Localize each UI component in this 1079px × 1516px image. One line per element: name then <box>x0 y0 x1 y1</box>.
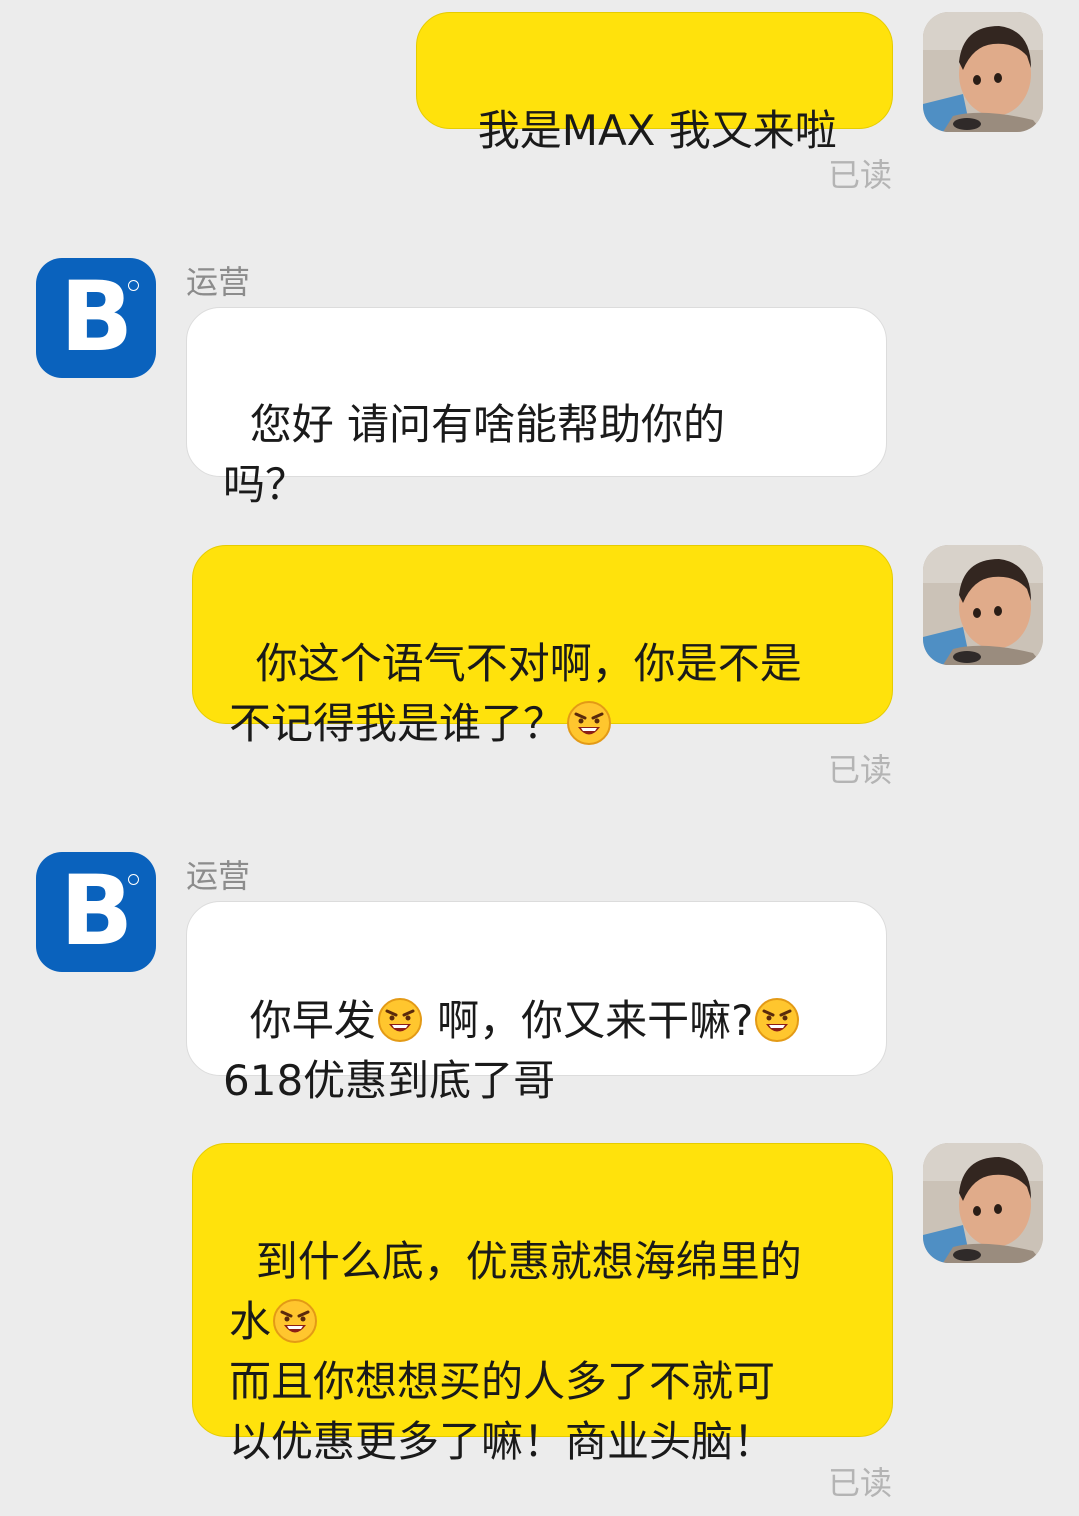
message-text: 而且你想想买的人多了不就可 以优惠更多了嘛！商业头脑！ <box>229 1357 776 1466</box>
operator-avatar[interactable]: B <box>36 852 156 972</box>
message-bubble-2[interactable]: 您好 请问有啥能帮助你的 吗？ <box>186 307 887 509</box>
read-status: 已读 <box>827 751 892 789</box>
user-avatar[interactable] <box>923 545 1043 665</box>
sender-name: 运营 <box>186 263 251 301</box>
child-photo-icon <box>923 1143 1043 1263</box>
message-bubble-3[interactable]: 你这个语气不对啊，你是不是 不记得我是谁了？ <box>192 545 893 748</box>
operator-avatar[interactable]: B <box>36 258 156 378</box>
message-text: 你这个语气不对啊，你是不是 不记得我是谁了？ <box>229 639 802 748</box>
registered-mark-icon <box>128 280 139 291</box>
message-text: 你早发 <box>249 996 376 1045</box>
user-avatar[interactable] <box>923 12 1043 132</box>
brand-logo-icon: B <box>60 261 134 373</box>
laughing-angry-emoji-icon <box>377 997 423 1043</box>
user-avatar[interactable] <box>923 1143 1043 1263</box>
read-status: 已读 <box>827 156 892 194</box>
laughing-angry-emoji-icon <box>754 997 800 1043</box>
sender-name: 运营 <box>186 857 251 895</box>
message-text: 您好 请问有啥能帮助你的 吗？ <box>223 400 726 509</box>
brand-logo-icon: B <box>60 855 134 967</box>
message-bubble-4[interactable]: 你早发 啊，你又来干嘛? 618优惠到底了哥 <box>186 901 887 1105</box>
message-text: 我是MAX 我又来啦 <box>477 106 837 155</box>
registered-mark-icon <box>128 874 139 885</box>
message-text: 618优惠到底了哥 <box>223 1056 556 1105</box>
message-bubble-1[interactable]: 我是MAX 我又来啦 <box>416 12 893 155</box>
child-photo-icon <box>923 545 1043 665</box>
read-status: 已读 <box>827 1464 892 1502</box>
laughing-angry-emoji-icon <box>272 1298 318 1344</box>
message-bubble-5[interactable]: 到什么底，优惠就想海绵里的 水 而且你想想买的人多了不就可 以优惠更多了嘛！商业… <box>192 1143 893 1466</box>
message-text: 啊，你又来干嘛? <box>423 996 754 1045</box>
child-photo-icon <box>923 12 1043 132</box>
laughing-angry-emoji-icon <box>566 700 612 746</box>
